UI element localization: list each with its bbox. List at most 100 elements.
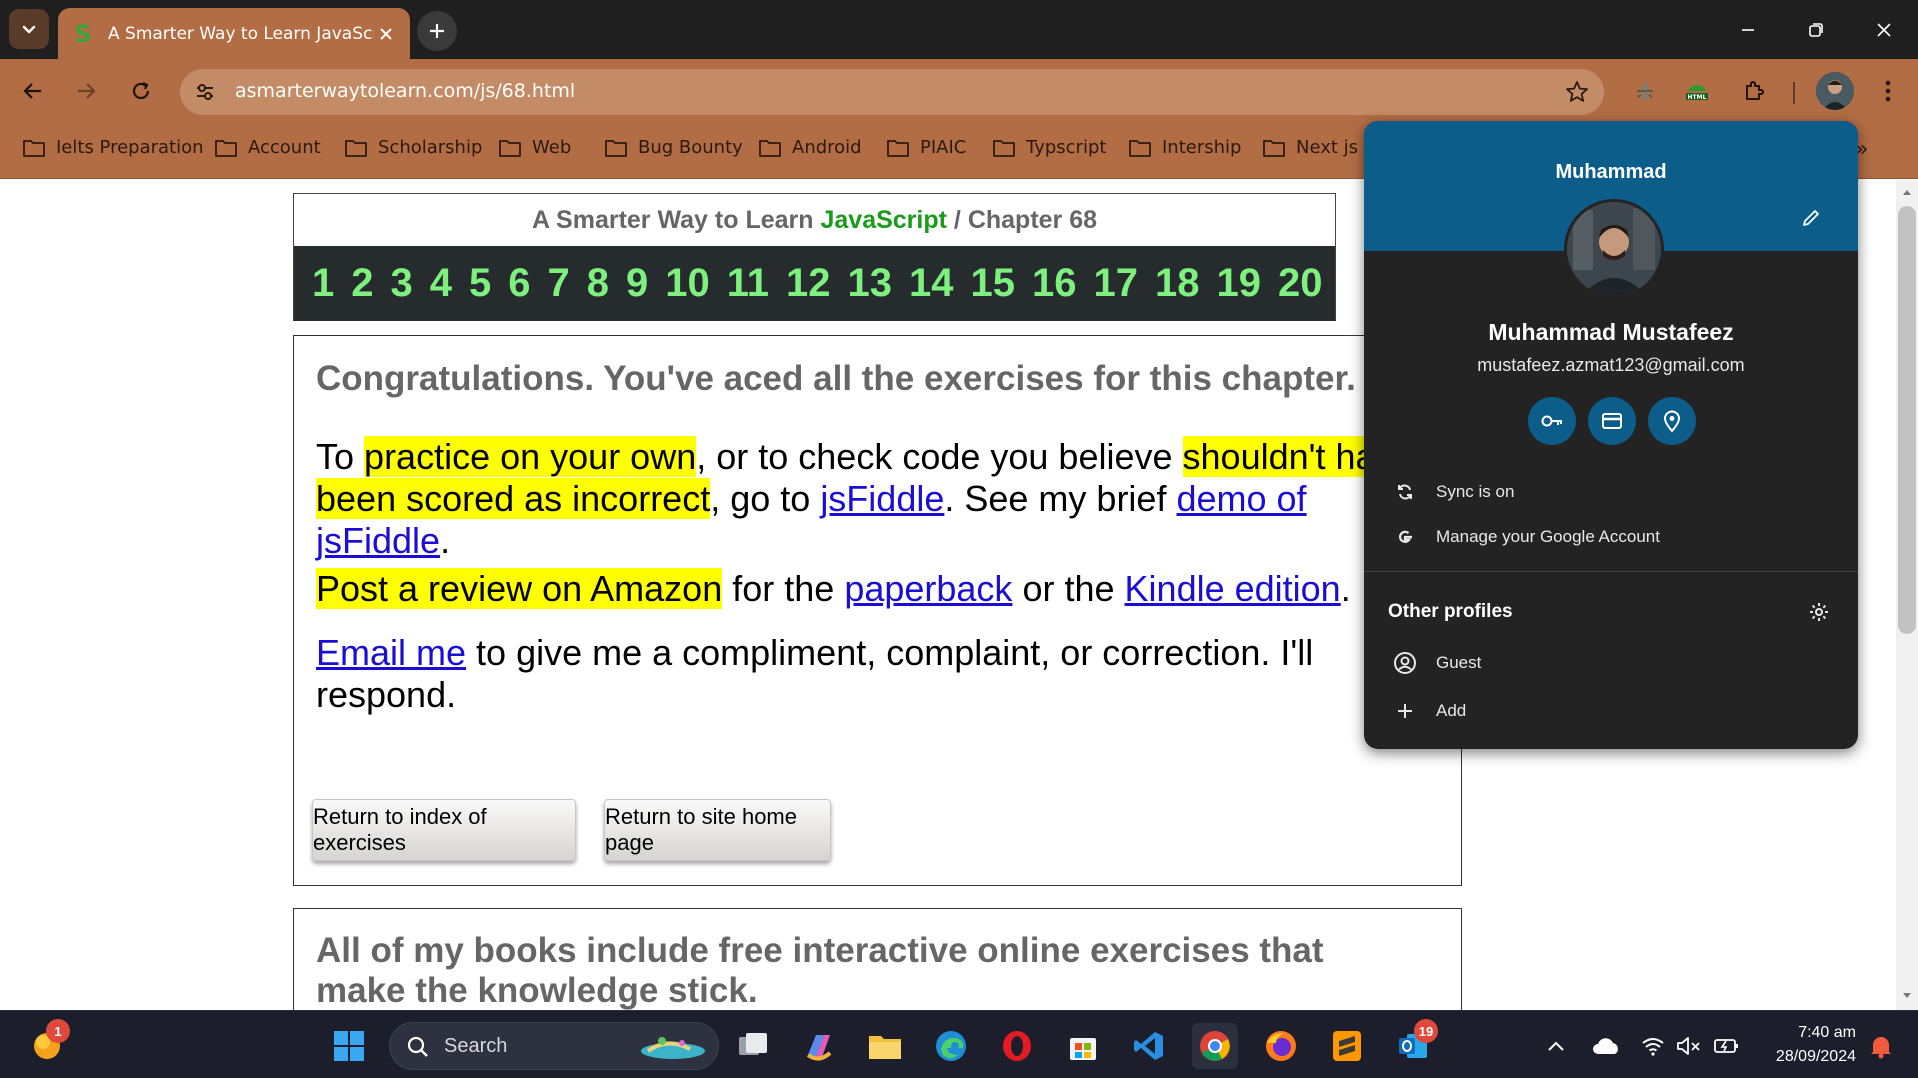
bookmark-folder[interactable]: PIAIC — [886, 137, 966, 158]
add-profile-row[interactable]: Add — [1364, 691, 1858, 731]
bookmark-folder[interactable]: Ielts Preparation — [22, 137, 204, 158]
browser-toolbar: asmarterwaytolearn.com/js/68.html HTML — [0, 59, 1918, 123]
chapter-link[interactable]: 19 — [1217, 261, 1262, 306]
sublime-text-button[interactable] — [1324, 1023, 1370, 1069]
addresses-button[interactable] — [1648, 397, 1696, 445]
opera-icon — [1003, 1031, 1031, 1061]
chapter-link[interactable]: 17 — [1094, 261, 1139, 306]
edit-pencil-icon[interactable] — [1800, 207, 1822, 229]
chapter-link[interactable]: 3 — [391, 261, 413, 306]
extension-bug-button[interactable] — [1625, 71, 1665, 111]
task-view-button[interactable] — [730, 1023, 776, 1069]
kindle-link[interactable]: Kindle edition — [1125, 568, 1341, 609]
return-to-index-button[interactable]: Return to index of exercises — [312, 799, 576, 861]
site-info-icon[interactable] — [192, 79, 218, 105]
manage-google-account-row[interactable]: Manage your Google Account — [1364, 517, 1858, 557]
vscode-button[interactable] — [1126, 1023, 1172, 1069]
chapter-link[interactable]: 14 — [909, 261, 954, 306]
profile-avatar-button[interactable] — [1816, 72, 1854, 110]
chrome-menu-button[interactable] — [1868, 71, 1908, 111]
profile-email: mustafeez.azmat123@gmail.com — [1477, 355, 1745, 375]
browser-tab-active[interactable]: S A Smarter Way to Learn JavaScr — [58, 8, 410, 59]
profile-menu: Muhammad Muhammad Mustafeez mustafeez.az… — [1364, 121, 1858, 749]
email-paragraph: Email me to give me a compliment, compla… — [316, 632, 1314, 715]
bookmark-folder[interactable]: Bug Bounty — [604, 137, 743, 158]
sync-status-row[interactable]: Sync is on — [1364, 472, 1858, 512]
bookmark-folder[interactable]: Android — [758, 137, 862, 158]
chapter-link[interactable]: 6 — [508, 261, 530, 306]
microsoft-store-button[interactable] — [1060, 1023, 1106, 1069]
firefox-button[interactable] — [1258, 1023, 1304, 1069]
scroll-down-icon[interactable] — [1902, 992, 1912, 1000]
chapter-link[interactable]: 16 — [1032, 261, 1077, 306]
jsfiddle-link[interactable]: jsFiddle — [820, 478, 944, 519]
scroll-up-icon[interactable] — [1902, 188, 1912, 196]
battery-button[interactable] — [1704, 1023, 1750, 1069]
opera-button[interactable] — [994, 1023, 1040, 1069]
bookmark-folder[interactable]: Next js — [1262, 137, 1358, 158]
close-tab-icon[interactable] — [374, 22, 398, 46]
bookmark-folder[interactable]: Intership — [1128, 137, 1241, 158]
chevron-down-icon — [22, 25, 36, 34]
manage-profiles-gear-icon[interactable] — [1808, 601, 1830, 623]
chapter-link[interactable]: 18 — [1155, 261, 1200, 306]
folder-icon — [345, 139, 367, 157]
tab-strip: S A Smarter Way to Learn JavaScr — [0, 0, 1918, 59]
bookmark-folder[interactable]: Scholarship — [344, 137, 482, 158]
chapter-link[interactable]: 12 — [786, 261, 831, 306]
chapter-link[interactable]: 2 — [351, 261, 373, 306]
chrome-button[interactable] — [1192, 1023, 1238, 1069]
new-tab-button[interactable] — [417, 11, 457, 51]
bookmark-folder[interactable]: Account — [214, 137, 321, 158]
return-to-home-button[interactable]: Return to site home page — [604, 799, 831, 861]
taskbar-clock[interactable]: 7:40 am 28/09/2024 — [1756, 1021, 1856, 1069]
chapter-link[interactable]: 5 — [469, 261, 491, 306]
chapter-link[interactable]: 9 — [626, 261, 648, 306]
onedrive-button[interactable] — [1583, 1023, 1629, 1069]
passwords-button[interactable] — [1528, 397, 1576, 445]
tab-search-button[interactable] — [9, 9, 49, 49]
taskbar-search[interactable]: Search — [389, 1022, 719, 1070]
folder-icon — [23, 139, 45, 157]
payment-methods-button[interactable] — [1588, 397, 1636, 445]
bookmark-folder[interactable]: Typscript — [992, 137, 1106, 158]
toolbar-separator — [1793, 82, 1795, 104]
notifications-button[interactable] — [1858, 1023, 1904, 1069]
extensions-button[interactable] — [1734, 71, 1774, 111]
other-profiles-heading: Other profiles — [1388, 601, 1513, 622]
profile-full-name: Muhammad Mustafeez — [1488, 319, 1734, 345]
guest-profile-row[interactable]: Guest — [1364, 643, 1858, 683]
search-highlight-image — [641, 1037, 705, 1059]
file-explorer-button[interactable] — [862, 1023, 908, 1069]
show-hidden-icons-button[interactable] — [1533, 1023, 1579, 1069]
clock-date: 28/09/2024 — [1775, 1048, 1856, 1065]
bookmark-star-icon[interactable] — [1564, 79, 1590, 105]
extension-html-button[interactable]: HTML — [1677, 71, 1717, 111]
folder-icon — [759, 139, 781, 157]
chapter-link[interactable]: 8 — [587, 261, 609, 306]
scroll-thumb[interactable] — [1898, 206, 1916, 634]
restore-button[interactable] — [1782, 0, 1850, 59]
bookmark-folder[interactable]: Web — [498, 137, 571, 158]
edge-button[interactable] — [928, 1023, 974, 1069]
close-window-button[interactable] — [1850, 0, 1918, 59]
back-button[interactable] — [13, 71, 53, 111]
start-button[interactable] — [326, 1023, 372, 1069]
chapter-link[interactable]: 13 — [848, 261, 893, 306]
paperback-link[interactable]: paperback — [844, 568, 1012, 609]
email-me-link[interactable]: Email me — [316, 632, 466, 673]
chapter-link[interactable]: 15 — [971, 261, 1016, 306]
chapter-link[interactable]: 11 — [727, 261, 769, 306]
chapter-header: A Smarter Way to Learn JavaScript / Chap… — [293, 193, 1336, 321]
copilot-button[interactable] — [796, 1023, 842, 1069]
minimize-button[interactable] — [1714, 0, 1782, 59]
address-bar[interactable]: asmarterwaytolearn.com/js/68.html — [180, 69, 1604, 115]
chapter-link[interactable]: 4 — [430, 261, 452, 306]
chapter-link[interactable]: 10 — [665, 261, 710, 306]
minimize-icon — [1742, 28, 1754, 31]
reload-button[interactable] — [121, 71, 161, 111]
chapter-link[interactable]: 20 — [1278, 261, 1323, 306]
forward-button[interactable] — [66, 71, 106, 111]
chapter-link[interactable]: 1 — [312, 261, 334, 306]
chapter-link[interactable]: 7 — [548, 261, 570, 306]
